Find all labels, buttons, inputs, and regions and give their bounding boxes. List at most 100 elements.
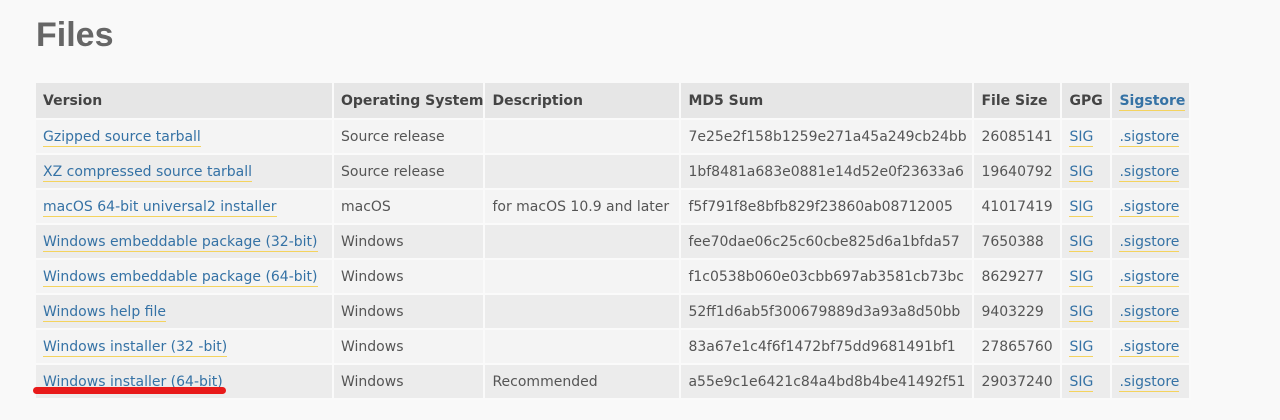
table-row: Windows installer (64-bit) Windows Recomme… <box>36 365 1192 400</box>
md5-cell: a55e9c1e6421c84a4bd8b4be41492f51 <box>681 365 975 400</box>
table-row: Windows embeddable package (32-bit) Windo… <box>36 225 1192 260</box>
gpg-sig-link[interactable]: SIG <box>1069 338 1094 357</box>
gpg-cell[interactable]: SIG <box>1062 225 1113 260</box>
version-link[interactable]: Windows help file <box>43 303 166 322</box>
gpg-cell[interactable]: SIG <box>1062 365 1113 400</box>
gpg-sig-link[interactable]: SIG <box>1069 268 1094 287</box>
sigstore-cell[interactable]: .sigstore <box>1112 155 1192 190</box>
description-cell: for macOS 10.9 and later <box>485 190 682 225</box>
sigstore-link[interactable]: .sigstore <box>1119 373 1180 392</box>
description-cell <box>485 330 682 365</box>
gpg-cell[interactable]: SIG <box>1062 120 1113 155</box>
version-link[interactable]: XZ compressed source tarball <box>43 163 253 182</box>
md5-sum-cell: 7e25e2f158b1259e271a45a249cb24bb <box>688 128 967 145</box>
file-size-cell: 27865760 <box>981 338 1053 355</box>
sigstore-link[interactable]: .sigstore <box>1119 268 1180 287</box>
header-row: Version Operating System Description MD5… <box>36 83 1192 120</box>
md5-sum-cell: 52ff1d6ab5f300679889d3a93a8d50bb <box>688 303 961 320</box>
os-cell: Windows <box>334 295 486 330</box>
file-size-cell: 29037240 <box>981 373 1053 390</box>
sigstore-link[interactable]: .sigstore <box>1119 128 1180 147</box>
size-cell: 41017419 <box>974 190 1063 225</box>
file-size-cell: 7650388 <box>981 233 1044 250</box>
md5-sum-cell: fee70dae06c25c60cbe825d6a1bfda57 <box>688 233 960 250</box>
gpg-cell[interactable]: SIG <box>1062 190 1113 225</box>
os-cell: Source release <box>334 155 486 190</box>
file-size-cell: 9403229 <box>981 303 1044 320</box>
md5-sum-cell: 1bf8481a683e0881e14d52e0f23633a6 <box>688 163 964 180</box>
version-cell[interactable]: Windows installer (32 -bit) <box>36 330 334 365</box>
gpg-cell[interactable]: SIG <box>1062 155 1113 190</box>
gpg-cell[interactable]: SIG <box>1062 295 1113 330</box>
gpg-cell[interactable]: SIG <box>1062 260 1113 295</box>
sigstore-cell[interactable]: .sigstore <box>1112 295 1192 330</box>
operating-system-cell: Source release <box>341 128 445 145</box>
sigstore-cell[interactable]: .sigstore <box>1112 190 1192 225</box>
version-cell[interactable]: XZ compressed source tarball <box>36 155 334 190</box>
sigstore-link[interactable]: .sigstore <box>1119 198 1180 217</box>
sigstore-cell[interactable]: .sigstore <box>1112 365 1192 400</box>
sigstore-header-link[interactable]: Sigstore <box>1119 92 1186 111</box>
md5-cell: 7e25e2f158b1259e271a45a249cb24bb <box>681 120 975 155</box>
version-cell[interactable]: Windows embeddable package (32-bit) <box>36 225 334 260</box>
md5-cell: 83a67e1c4f6f1472bf75dd9681491bf1 <box>681 330 975 365</box>
version-link[interactable]: Gzipped source tarball <box>43 128 201 147</box>
size-cell: 8629277 <box>974 260 1063 295</box>
sigstore-cell[interactable]: .sigstore <box>1112 120 1192 155</box>
table-row: Windows embeddable package (64-bit) Windo… <box>36 260 1192 295</box>
gpg-sig-link[interactable]: SIG <box>1069 373 1094 392</box>
version-cell[interactable]: Windows embeddable package (64-bit) <box>36 260 334 295</box>
version-cell[interactable]: Windows installer (64-bit) <box>36 365 334 400</box>
description-cell <box>485 225 682 260</box>
gpg-sig-link[interactable]: SIG <box>1069 233 1094 252</box>
sigstore-link[interactable]: .sigstore <box>1119 163 1180 182</box>
md5-cell: f1c0538b060e03cbb697ab3581cb73bc <box>681 260 975 295</box>
operating-system-cell: Windows <box>341 268 404 285</box>
os-cell: macOS <box>334 190 486 225</box>
md5-cell: fee70dae06c25c60cbe825d6a1bfda57 <box>681 225 975 260</box>
operating-system-cell: Windows <box>341 233 404 250</box>
version-cell[interactable]: macOS 64-bit universal2 installer <box>36 190 334 225</box>
version-cell[interactable]: Windows help file <box>36 295 334 330</box>
sigstore-link[interactable]: .sigstore <box>1119 233 1180 252</box>
gpg-sig-link[interactable]: SIG <box>1069 303 1094 322</box>
file-size-cell: 41017419 <box>981 198 1053 215</box>
sigstore-cell[interactable]: .sigstore <box>1112 225 1192 260</box>
table-row: Windows help file Windows 52ff1d6ab5f30067… <box>36 295 1192 330</box>
operating-system-cell: Windows <box>341 303 404 320</box>
description-cell <box>485 155 682 190</box>
md5-sum-cell: f5f791f8e8bfb829f23860ab08712005 <box>688 198 953 215</box>
sigstore-link[interactable]: .sigstore <box>1119 338 1180 357</box>
gpg-sig-link[interactable]: SIG <box>1069 128 1094 147</box>
description-cell: for macOS 10.9 and later <box>492 198 670 215</box>
gpg-cell[interactable]: SIG <box>1062 330 1113 365</box>
header-description: Description <box>485 83 682 120</box>
operating-system-cell: macOS <box>341 198 391 215</box>
md5-cell: 1bf8481a683e0881e14d52e0f23633a6 <box>681 155 975 190</box>
os-cell: Source release <box>334 120 486 155</box>
version-link[interactable]: Windows installer (32 -bit) <box>43 338 228 357</box>
sigstore-link[interactable]: .sigstore <box>1119 303 1180 322</box>
version-cell[interactable]: Gzipped source tarball <box>36 120 334 155</box>
version-link[interactable]: Windows embeddable package (64-bit) <box>43 268 318 287</box>
table-body: Gzipped source tarball Source release 7e25… <box>36 120 1192 400</box>
red-highlight-underline <box>33 387 226 394</box>
version-link[interactable]: macOS 64-bit universal2 installer <box>43 198 277 217</box>
file-size-cell: 26085141 <box>981 128 1053 145</box>
description-cell: Recommended <box>485 365 682 400</box>
table-header: Version Operating System Description MD5… <box>36 83 1192 120</box>
sigstore-cell[interactable]: .sigstore <box>1112 260 1192 295</box>
file-size-cell: 19640792 <box>981 163 1053 180</box>
md5-sum-cell: f1c0538b060e03cbb697ab3581cb73bc <box>688 268 964 285</box>
files-table: Version Operating System Description MD5… <box>36 83 1192 400</box>
operating-system-cell: Windows <box>341 373 404 390</box>
gpg-sig-link[interactable]: SIG <box>1069 163 1094 182</box>
header-sigstore[interactable]: Sigstore <box>1112 83 1192 120</box>
sigstore-cell[interactable]: .sigstore <box>1112 330 1192 365</box>
version-link[interactable]: Windows embeddable package (32-bit) <box>43 233 318 252</box>
md5-sum-cell: 83a67e1c4f6f1472bf75dd9681491bf1 <box>688 338 956 355</box>
size-cell: 7650388 <box>974 225 1063 260</box>
gpg-sig-link[interactable]: SIG <box>1069 198 1094 217</box>
size-cell: 26085141 <box>974 120 1063 155</box>
file-size-cell: 8629277 <box>981 268 1044 285</box>
